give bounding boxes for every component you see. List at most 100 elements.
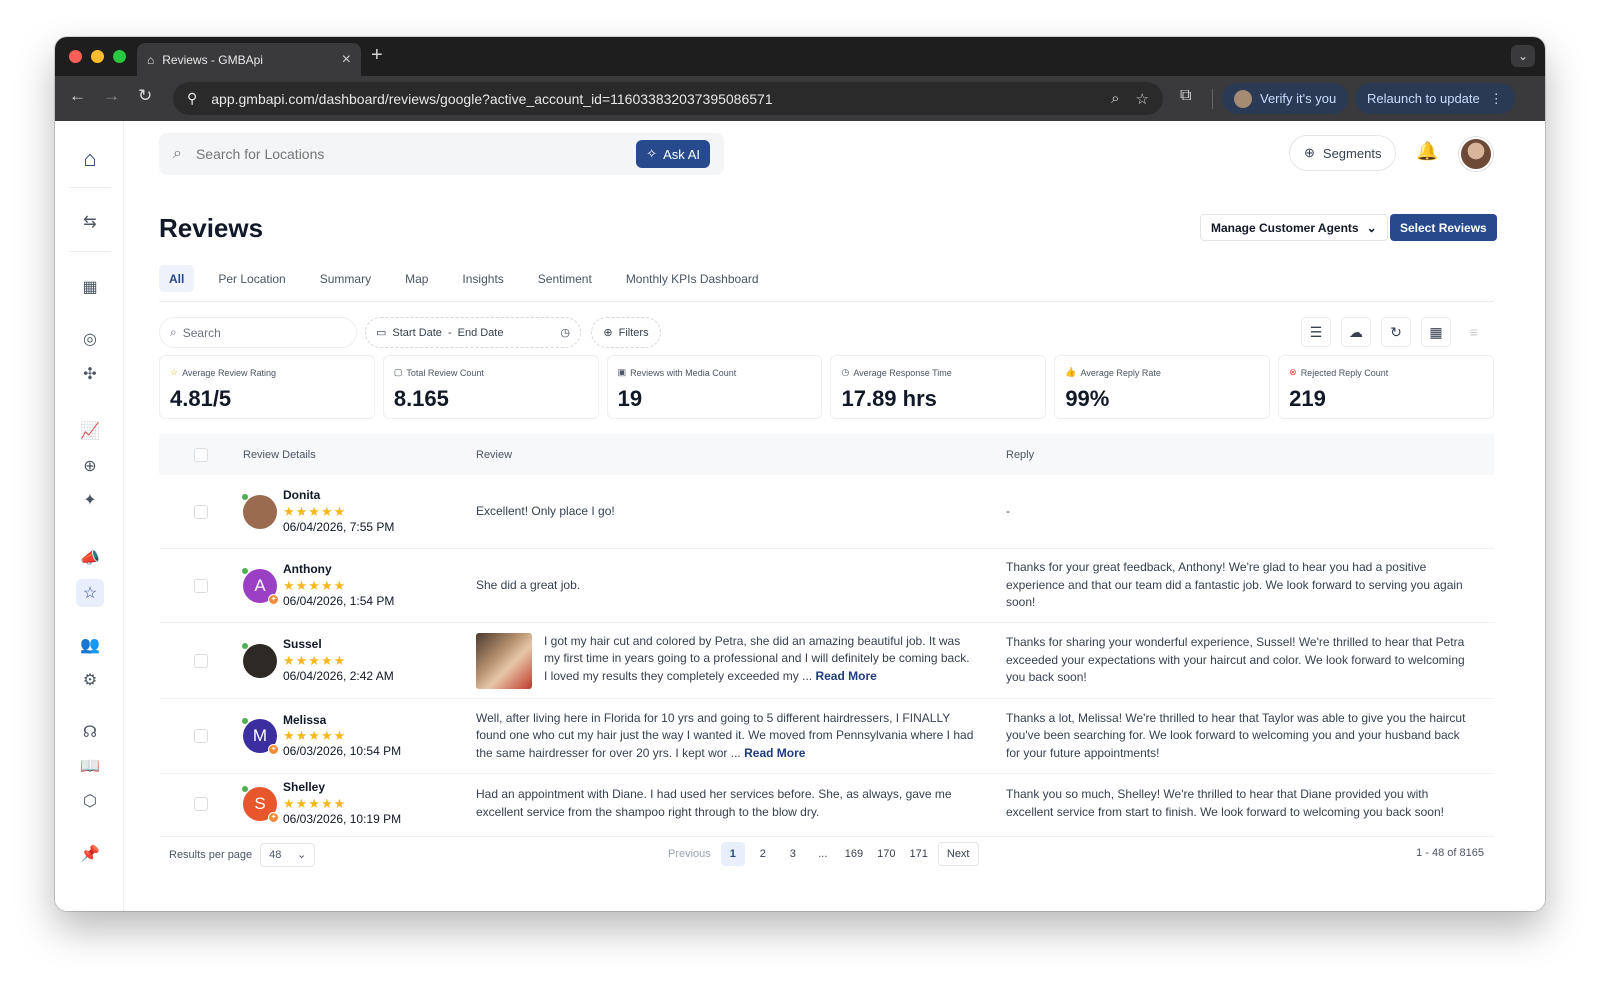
locations-icon[interactable]: ◎	[76, 325, 104, 353]
page-button[interactable]: 170	[873, 842, 899, 866]
reviewer-avatar	[241, 641, 277, 678]
table-row[interactable]: M ✦ Melissa ★★★★★ 06/03/2026, 10:54 PM Well, …	[159, 699, 1494, 774]
site-settings-icon[interactable]: ⚲	[187, 90, 197, 107]
review-cell: I got my hair cut and colored by Petra, …	[476, 632, 1006, 689]
dashboard-grid-icon[interactable]: ▦	[76, 273, 104, 301]
tab-summary[interactable]: Summary	[310, 265, 381, 292]
more-vertical-icon[interactable]: ⋮	[1490, 91, 1503, 107]
ask-ai-label: Ask AI	[663, 146, 700, 162]
table-row[interactable]: A ✦ Anthony ★★★★★ 06/04/2026, 1:54 PM She did…	[159, 549, 1494, 623]
support-headset-icon[interactable]: ☊	[76, 718, 104, 746]
forward-arrow-icon[interactable]: →	[103, 86, 120, 106]
previous-page-button[interactable]: Previous	[664, 842, 715, 866]
back-arrow-icon[interactable]: ←	[69, 86, 86, 106]
select-reviews-button[interactable]: Select Reviews	[1390, 214, 1497, 241]
settings-gear-icon[interactable]: ⚙	[76, 666, 104, 694]
users-icon[interactable]: 👥	[76, 631, 104, 659]
tab-search-chevron-icon[interactable]: ⌄	[1511, 45, 1535, 67]
verify-profile-button[interactable]: Verify it's you	[1222, 83, 1349, 114]
book-icon[interactable]: 📖	[76, 752, 104, 780]
row-checkbox[interactable]	[194, 796, 208, 811]
analytics-chart-icon[interactable]: 📈	[76, 417, 104, 445]
table-row[interactable]: Donita ★★★★★ 06/04/2026, 7:55 PM Excellent!…	[159, 475, 1494, 549]
tab-close-icon[interactable]: ×	[342, 51, 351, 69]
bookmark-star-icon[interactable]: ☆	[1136, 90, 1149, 108]
reply-text: Thanks a lot, Melissa! We're thrilled to…	[1006, 710, 1466, 760]
star-rating: ★★★★★	[283, 728, 347, 743]
read-more-link[interactable]: Read More	[815, 669, 876, 683]
status-dot	[241, 784, 249, 793]
column-settings-icon[interactable]: ☰	[1301, 317, 1331, 347]
page-button[interactable]: 2	[751, 842, 775, 866]
tab-per-location[interactable]: Per Location	[208, 265, 295, 292]
review-media-thumbnail[interactable]	[476, 632, 532, 689]
pin-icon[interactable]: 📌	[76, 840, 104, 868]
page-button[interactable]: 169	[841, 842, 867, 866]
minimize-window-button[interactable]	[91, 50, 104, 63]
next-page-button[interactable]: Next	[937, 842, 979, 866]
reviewer-name: Sussel	[283, 637, 322, 651]
local-guide-badge-icon: ✦	[268, 593, 279, 605]
review-search-field[interactable]: ⌕ Search	[159, 317, 357, 348]
filters-button[interactable]: ⊕ Filters	[591, 317, 661, 348]
sidebar: ⌂ ⇆ ▦ ◎ ✣ 📈 ⊕ ✦ 📣 ☆ 👥 ⚙ ☊ 📖 ⬡ 📌	[55, 121, 124, 911]
review-tabs: All Per Location Summary Map Insights Se…	[159, 265, 1494, 302]
row-checkbox[interactable]	[194, 729, 208, 743]
location-search-input[interactable]	[195, 146, 637, 162]
notification-bell-icon[interactable]: 🔔	[1416, 141, 1438, 162]
table-row[interactable]: S ✦ Shelley ★★★★★ 06/03/2026, 10:19 PM Had an…	[159, 774, 1494, 830]
page-button[interactable]: 171	[906, 842, 932, 866]
browser-tab[interactable]: ⌂ Reviews - GMBApi ×	[137, 43, 361, 76]
home-icon[interactable]: ⌂	[76, 145, 104, 173]
reply-text: Thanks for your great feedback, Anthony!…	[1006, 560, 1463, 610]
reviews-star-icon[interactable]: ☆	[76, 579, 104, 607]
refresh-icon[interactable]: ↻	[1381, 317, 1411, 347]
network-icon[interactable]: ✣	[76, 360, 104, 388]
row-checkbox[interactable]	[194, 653, 208, 668]
megaphone-icon[interactable]: 📣	[76, 544, 104, 572]
page-button[interactable]: 1	[720, 842, 745, 866]
user-avatar[interactable]	[1459, 137, 1493, 171]
review-text: She did a great job.	[476, 577, 581, 592]
row-checkbox[interactable]	[194, 504, 208, 519]
tab-all[interactable]: All	[159, 265, 195, 292]
zoom-icon[interactable]: ⌕	[1111, 90, 1119, 107]
maximize-window-button[interactable]	[113, 50, 126, 63]
manage-agents-label: Manage Customer Agents	[1211, 220, 1359, 235]
results-per-page-select[interactable]: 48 ⌄	[260, 842, 316, 867]
relaunch-button[interactable]: Relaunch to update ⋮	[1355, 83, 1515, 114]
read-more-link[interactable]: Read More	[744, 746, 805, 760]
review-search-placeholder: Search	[182, 325, 221, 340]
tab-sentiment[interactable]: Sentiment	[528, 265, 602, 292]
list-view-icon[interactable]: ≡	[1459, 317, 1489, 347]
reload-icon[interactable]: ↻	[138, 86, 152, 106]
kpi-card-total-reviews: ▢ Total Review Count 8.165	[382, 355, 599, 419]
cloud-download-icon[interactable]: ☁	[1341, 317, 1371, 347]
tab-insights[interactable]: Insights	[452, 265, 513, 292]
row-checkbox[interactable]	[194, 578, 208, 593]
manage-customer-agents-dropdown[interactable]: Manage Customer Agents ⌄	[1200, 214, 1388, 241]
calendar-icon: ▭	[376, 327, 387, 339]
search-insights-icon[interactable]: ⊕	[76, 452, 104, 480]
kpi-value: 99%	[1065, 386, 1110, 411]
review-date: 06/04/2026, 2:42 AM	[283, 668, 394, 683]
tab-map[interactable]: Map	[395, 265, 438, 292]
extensions-icon[interactable]: ⧉	[1180, 87, 1191, 105]
package-icon[interactable]: ⬡	[76, 787, 104, 815]
reviewer-name: Shelley	[283, 780, 326, 794]
ask-ai-button[interactable]: ✧ Ask AI	[636, 140, 710, 168]
date-range-picker[interactable]: ▭ Start Date - End Date ◷	[365, 317, 581, 348]
ai-sparkle-icon[interactable]: ✦	[76, 486, 104, 514]
review-cell: She did a great job.	[476, 577, 1006, 595]
segments-button[interactable]: ⊕ Segments	[1289, 135, 1397, 171]
new-tab-button[interactable]: +	[371, 44, 383, 67]
tab-monthly-kpis[interactable]: Monthly KPIs Dashboard	[616, 265, 769, 292]
select-all-checkbox[interactable]	[194, 447, 208, 462]
page-button[interactable]: 3	[781, 842, 805, 866]
close-window-button[interactable]	[69, 50, 82, 63]
switch-account-icon[interactable]: ⇆	[76, 208, 104, 236]
table-view-icon[interactable]: ▦	[1421, 317, 1451, 347]
address-bar[interactable]: ⚲ app.gmbapi.com/dashboard/reviews/googl…	[173, 82, 1163, 115]
table-row[interactable]: Sussel ★★★★★ 06/04/2026, 2:42 AM I got my h…	[159, 623, 1494, 699]
review-cell: Had an appointment with Diane. I had use…	[476, 786, 1006, 821]
